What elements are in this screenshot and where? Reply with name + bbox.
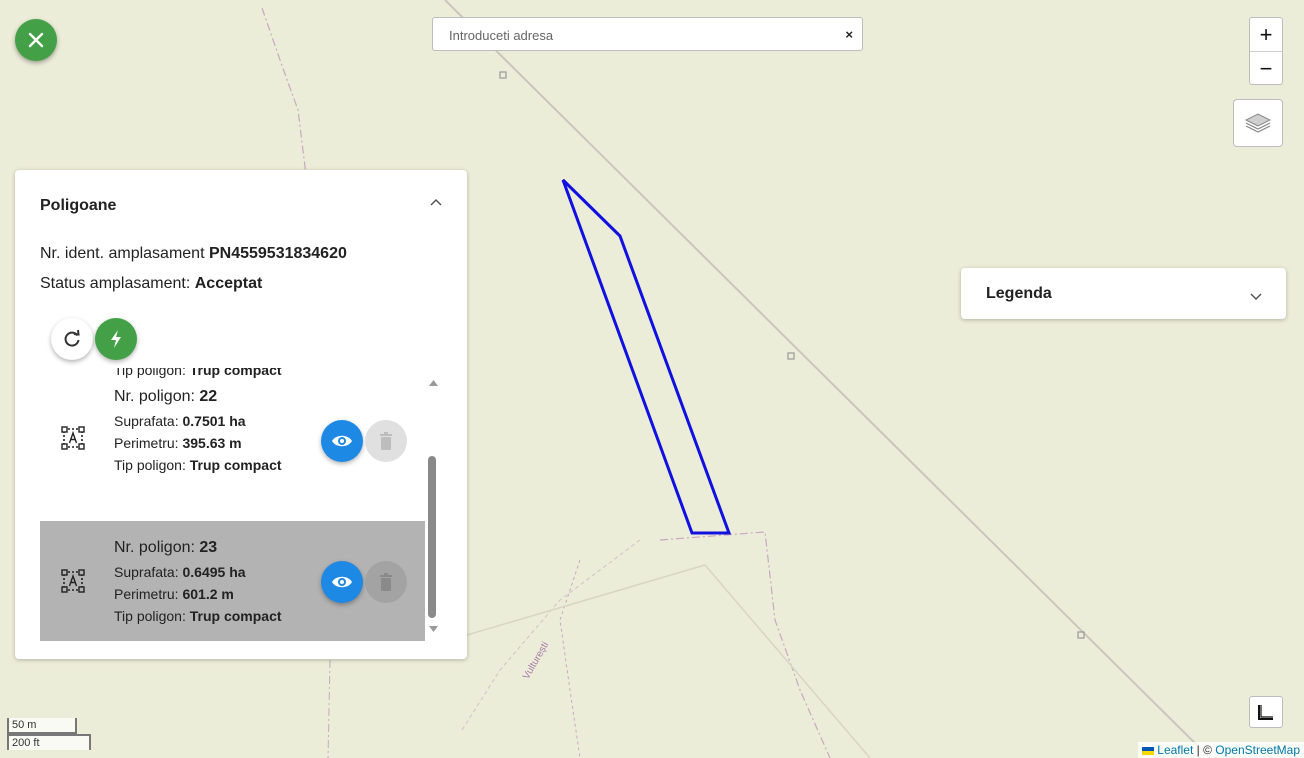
scale-imperial: 200 ft xyxy=(7,734,91,750)
close-icon xyxy=(28,32,44,48)
legend-panel[interactable]: Legenda xyxy=(961,268,1286,319)
polygon-list[interactable]: Tip poligon: Trup compact Nr. poligon: 2… xyxy=(40,368,425,642)
close-button[interactable] xyxy=(15,19,57,61)
address-search: × xyxy=(432,17,863,52)
polygon-icon xyxy=(61,569,85,598)
refresh-icon xyxy=(64,329,80,347)
panel-title: Poligoane xyxy=(40,197,117,214)
zoom-out-button[interactable]: − xyxy=(1250,52,1282,85)
refresh-button[interactable] xyxy=(51,318,93,360)
osm-link[interactable]: OpenStreetMap xyxy=(1215,743,1300,757)
list-item[interactable]: Nr. poligon: 22 Suprafata: 0.7501 ha Per… xyxy=(40,378,425,498)
map-attribution: Leaflet | © OpenStreetMap xyxy=(1138,742,1304,758)
chevron-down-icon xyxy=(1250,293,1262,301)
zoom-in-button[interactable]: + xyxy=(1250,18,1282,52)
collapse-panel-button[interactable] xyxy=(429,194,443,212)
delete-polygon-button[interactable] xyxy=(365,561,407,603)
leaflet-link[interactable]: Leaflet xyxy=(1157,743,1193,757)
list-scrollbar[interactable] xyxy=(425,368,442,642)
scroll-up-icon xyxy=(429,380,438,386)
list-item[interactable]: Tip poligon: Trup compact xyxy=(40,368,425,378)
delete-polygon-button[interactable] xyxy=(365,420,407,462)
layers-button[interactable] xyxy=(1233,99,1283,147)
flash-button[interactable] xyxy=(95,318,137,360)
view-polygon-button[interactable] xyxy=(321,561,363,603)
parcel-polygon xyxy=(561,178,732,535)
eye-icon xyxy=(332,435,352,447)
site-status: Status amplasament: Acceptat xyxy=(40,275,263,292)
ukraine-flag-icon xyxy=(1142,746,1155,755)
polygons-panel: Poligoane Nr. ident. amplasament PN45595… xyxy=(15,170,467,659)
polygon-icon xyxy=(61,426,85,455)
scale-metric: 50 m xyxy=(7,718,77,734)
site-id-value: PN4559531834620 xyxy=(208,245,347,262)
list-item-selected[interactable]: Nr. poligon: 23 Suprafata: 0.6495 ha Per… xyxy=(40,521,425,641)
layers-icon xyxy=(1244,113,1272,133)
measure-button[interactable] xyxy=(1249,696,1283,728)
chevron-up-icon xyxy=(430,198,442,206)
village-label: Vulturești xyxy=(521,640,551,681)
flash-icon xyxy=(111,330,121,348)
trash-icon xyxy=(380,432,392,450)
site-id: Nr. ident. amplasament PN4559531834620 xyxy=(40,245,347,262)
legend-title: Legenda xyxy=(986,285,1052,302)
road-line xyxy=(444,0,1211,758)
ruler-icon xyxy=(1258,705,1273,720)
scrollbar-thumb[interactable] xyxy=(428,456,436,618)
scroll-down-icon xyxy=(429,626,438,632)
trash-icon xyxy=(380,573,392,591)
zoom-control: + − xyxy=(1249,17,1283,85)
eye-icon xyxy=(332,576,352,588)
view-polygon-button[interactable] xyxy=(321,420,363,462)
expand-legend-button[interactable] xyxy=(1249,289,1263,307)
clear-search-button[interactable]: × xyxy=(845,27,853,42)
site-status-value: Acceptat xyxy=(194,275,263,292)
address-input[interactable] xyxy=(447,18,841,52)
